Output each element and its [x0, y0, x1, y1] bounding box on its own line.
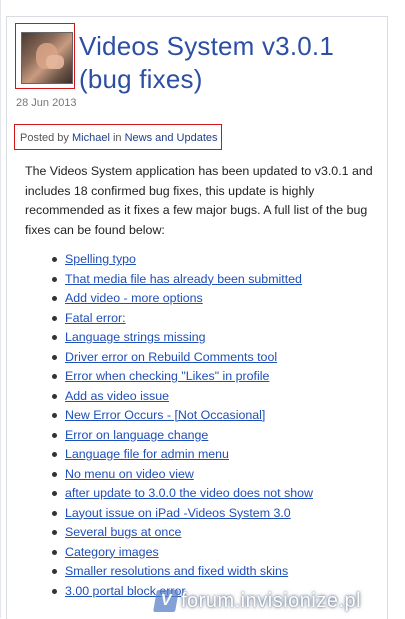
posted-by-prefix: Posted by	[20, 132, 69, 144]
list-item: Layout issue on iPad -Videos System 3.0	[52, 504, 313, 524]
bug-fix-list: Spelling typo That media file has alread…	[33, 250, 313, 601]
list-item: Error on language change	[52, 426, 313, 446]
bug-link[interactable]: Language file for admin menu	[65, 447, 229, 461]
bug-link[interactable]: Driver error on Rebuild Comments tool	[65, 350, 277, 364]
list-item: New Error Occurs - [Not Occasional]	[52, 406, 313, 426]
list-item: Driver error on Rebuild Comments tool	[52, 348, 313, 368]
bug-link[interactable]: Layout issue on iPad -Videos System 3.0	[65, 506, 291, 520]
watermark: V forum.invisionize.pl	[153, 584, 405, 618]
list-item: No menu on video view	[52, 465, 313, 485]
in-word: in	[112, 132, 122, 144]
watermark-logo-icon: V	[153, 590, 179, 612]
posted-by-line: Posted by Michael in News and Updates	[14, 124, 222, 150]
list-item: Spelling typo	[52, 250, 313, 270]
bug-link[interactable]: No menu on video view	[65, 467, 194, 481]
bug-link[interactable]: Smaller resolutions and fixed width skin…	[65, 564, 288, 578]
bug-link[interactable]: after update to 3.0.0 the video does not…	[65, 486, 313, 500]
page-left-rule	[0, 0, 1, 618]
bug-link[interactable]: Spelling typo	[65, 252, 136, 266]
post-title: Videos System v3.0.1 (bug fixes)	[79, 31, 334, 94]
bug-link[interactable]: Add as video issue	[65, 389, 169, 403]
list-item: Several bugs at once	[52, 523, 313, 543]
list-item: Fatal error:	[52, 309, 313, 329]
post-body: The Videos System application has been u…	[25, 164, 373, 237]
list-item: Smaller resolutions and fixed width skin…	[52, 562, 313, 582]
bug-link[interactable]: Fatal error:	[65, 311, 126, 325]
bug-link[interactable]: Add video - more options	[65, 291, 203, 305]
list-item: Add as video issue	[52, 387, 313, 407]
bug-link[interactable]: Error on language change	[65, 428, 208, 442]
list-item: Category images	[52, 543, 313, 563]
list-item: Language file for admin menu	[52, 445, 313, 465]
author-link[interactable]: Michael	[72, 132, 110, 144]
list-item: after update to 3.0.0 the video does not…	[52, 484, 313, 504]
bug-link[interactable]: New Error Occurs - [Not Occasional]	[65, 408, 265, 422]
list-item: Add video - more options	[52, 289, 313, 309]
avatar[interactable]	[21, 32, 73, 84]
bug-link[interactable]: That media file has already been submitt…	[65, 272, 302, 286]
bug-link[interactable]: Category images	[65, 545, 159, 559]
list-item: That media file has already been submitt…	[52, 270, 313, 290]
author-avatar-highlight[interactable]	[15, 23, 75, 89]
bug-link[interactable]: Several bugs at once	[65, 525, 181, 539]
category-link[interactable]: News and Updates	[125, 132, 218, 144]
post-date: 28 Jun 2013	[16, 97, 77, 109]
list-item: Language strings missing	[52, 328, 313, 348]
bug-link[interactable]: Language strings missing	[65, 330, 206, 344]
bug-link[interactable]: Error when checking "Likes" in profile	[65, 369, 269, 383]
list-item: Error when checking "Likes" in profile	[52, 367, 313, 387]
watermark-text: forum.invisionize.pl	[181, 589, 362, 612]
